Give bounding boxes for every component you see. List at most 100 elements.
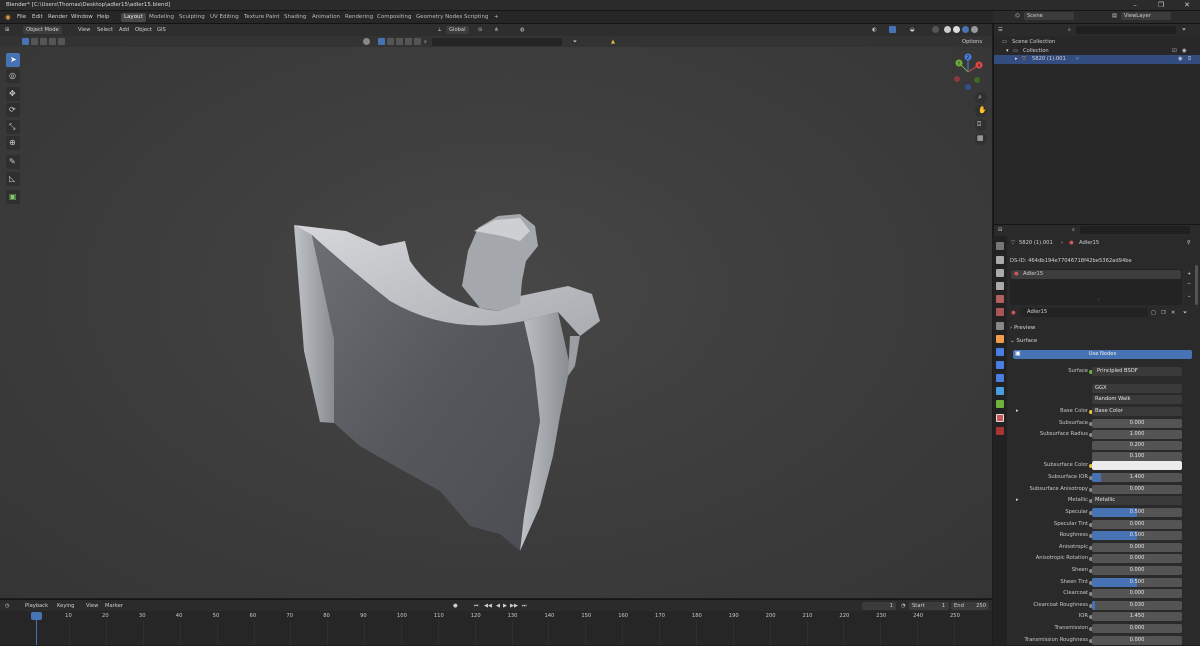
use-nodes-button[interactable]: Use Nodes [1013, 350, 1192, 359]
workspace-tab-texture-paint[interactable]: Texture Paint [241, 13, 283, 22]
prev-keyframe-button[interactable]: ◀◀ [484, 602, 492, 610]
menu-edit[interactable]: Edit [32, 14, 43, 20]
tab-data-icon[interactable] [996, 400, 1004, 408]
select-mode-extend-icon[interactable] [31, 38, 38, 45]
subsurface-method-dropdown[interactable]: Random Walk [1092, 395, 1182, 404]
outliner-row-object[interactable]: ▸ ▽ 5820 (1).001 ▿ ◉ ⌼ [994, 55, 1200, 64]
surface-section-header[interactable]: ⌄ Surface [1010, 336, 1192, 347]
tab-texture-icon[interactable] [996, 427, 1004, 435]
gizmo-toggle-icon[interactable] [889, 26, 896, 33]
material-filter-icon[interactable]: ⏷ [1183, 309, 1187, 317]
jump-end-button[interactable]: ⏭ [522, 602, 527, 610]
select-box-tool[interactable]: ➤ [6, 53, 20, 67]
base-color-expand-icon[interactable]: ▸ [1016, 408, 1019, 414]
workspace-tab-sculpting[interactable]: Sculpting [176, 13, 208, 22]
select-mode-intersect-icon[interactable] [58, 38, 65, 45]
param-value-slider[interactable]: 1.450 [1092, 612, 1182, 622]
rotate-tool[interactable]: ⟳ [6, 103, 20, 117]
scene-collection-label[interactable]: Scene Collection [1012, 38, 1055, 46]
menu-window[interactable]: Window [71, 14, 93, 20]
workspace-tab-shading[interactable]: Shading [281, 13, 309, 22]
blender-logo-icon[interactable]: ◉ [5, 13, 11, 21]
viewport-menu-add[interactable]: Add [119, 26, 129, 34]
filter-mesh-icon[interactable] [378, 38, 385, 45]
start-frame-field[interactable]: Start 1 [909, 602, 949, 610]
param-value-slider[interactable]: 0.000 [1092, 624, 1182, 633]
next-keyframe-button[interactable]: ▶▶ [510, 602, 518, 610]
viewport-menu-gis[interactable]: GIS [157, 26, 166, 34]
timeline-area[interactable]: 1102030405060708090100110120130140150160… [0, 611, 992, 645]
tab-object-icon[interactable] [996, 335, 1004, 343]
tab-material-icon[interactable] [996, 414, 1004, 422]
tab-physics-icon[interactable] [996, 374, 1004, 382]
tab-collection-icon[interactable] [996, 322, 1004, 330]
tab-modifier-icon[interactable] [996, 348, 1004, 356]
proportional-edit-icon[interactable]: ◍ [520, 26, 525, 34]
navigation-gizmo[interactable]: X Y Z [948, 52, 988, 92]
timeline-menu-playback[interactable]: Playback [25, 602, 48, 610]
end-frame-field[interactable]: End 250 [951, 602, 989, 610]
filter-curve-icon[interactable] [387, 38, 394, 45]
param-value-slider[interactable]: 0.000 [1092, 484, 1182, 494]
subsurface-color-swatch[interactable] [1092, 461, 1182, 470]
options-dropdown[interactable]: Options [962, 38, 982, 46]
distribution-dropdown[interactable]: GGX [1092, 384, 1182, 393]
material-browse-icon[interactable]: ● [1011, 309, 1016, 317]
param-value-slider[interactable]: 0.100 [1092, 452, 1182, 461]
filter-camera-icon[interactable] [405, 38, 412, 45]
workspace-tab-scripting[interactable]: Scripting [461, 13, 491, 22]
param-value-slider[interactable]: 0.000 [1092, 419, 1182, 428]
move-tool[interactable]: ✥ [6, 87, 20, 101]
minimize-button[interactable]: – [1122, 0, 1148, 11]
param-value-slider[interactable]: 0.200 [1092, 441, 1182, 450]
workspace-tab-modeling[interactable]: Modeling [146, 13, 177, 22]
collection-expand-icon[interactable]: ▾ [1006, 47, 1009, 55]
camera-view-button[interactable]: ⌼ [975, 119, 987, 131]
tab-world-icon[interactable] [996, 308, 1004, 316]
properties-search-input[interactable] [1080, 226, 1190, 234]
outliner-filter-icon[interactable]: ⏷ [1182, 26, 1186, 34]
tab-particles-icon[interactable] [996, 361, 1004, 369]
annotate-tool[interactable]: ✎ [6, 155, 20, 169]
param-value-slider[interactable]: 0.500 [1092, 577, 1182, 587]
collection-checkbox-icon[interactable]: ☑ [1172, 47, 1177, 55]
zoom-view-button[interactable]: ⌕ [975, 92, 987, 104]
pin-icon[interactable]: ⚲ [1187, 239, 1191, 247]
viewport-menu-view[interactable]: View [78, 26, 90, 34]
pan-view-button[interactable]: ✋ [975, 105, 987, 117]
material-duplicate-icon[interactable]: ❐ [1161, 309, 1166, 317]
metallic-field[interactable]: Metallic [1092, 496, 1182, 505]
collection-visibility-icon[interactable]: ◉ [1182, 47, 1187, 55]
xray-toggle-icon[interactable] [932, 26, 939, 33]
viewport-menu-select[interactable]: Select [97, 26, 113, 34]
material-unlink-icon[interactable]: ✕ [1171, 309, 1175, 317]
add-slot-button[interactable]: + [1187, 270, 1191, 278]
menu-help[interactable]: Help [97, 14, 110, 20]
object-type-icon[interactable] [363, 38, 370, 45]
workspace-tab-rendering[interactable]: Rendering [342, 13, 376, 22]
eagle-relief-model[interactable] [0, 36, 992, 598]
outliner-editor-icon[interactable]: ☰ [998, 26, 1003, 34]
tab-view-layer-icon[interactable] [996, 282, 1004, 290]
workspace-tab-layout[interactable]: Layout [121, 13, 146, 22]
viewport-menu-object[interactable]: Object [135, 26, 152, 34]
timeline-menu-marker[interactable]: Marker [105, 602, 123, 610]
base-color-field[interactable]: Base Color [1092, 407, 1182, 416]
timeline-menu-view[interactable]: View [86, 602, 98, 610]
shading-solid-icon[interactable] [953, 26, 960, 33]
filter-light-icon[interactable] [396, 38, 403, 45]
timeline-menu-keying[interactable]: Keying [57, 602, 74, 610]
orientation-dropdown[interactable]: Global [446, 26, 469, 34]
param-value-slider[interactable]: 1.000 [1092, 430, 1182, 439]
select-mode-new-icon[interactable] [22, 38, 29, 45]
snap-icon[interactable]: ⋔ [494, 26, 498, 34]
remove-slot-button[interactable]: − [1187, 280, 1191, 288]
view-layer-field[interactable]: ViewLayer [1121, 12, 1171, 20]
object-visibility-icon[interactable]: ◉ [1178, 55, 1183, 63]
object-render-icon[interactable]: ⌼ [1188, 55, 1191, 63]
cursor-tool[interactable]: ◎ [6, 69, 20, 83]
shading-rendered-icon[interactable] [971, 26, 978, 33]
material-fake-user-icon[interactable]: ▢ [1151, 309, 1156, 317]
visibility-icon[interactable]: ◐ [872, 26, 877, 34]
material-slot-row[interactable]: ● Adler15 [1011, 270, 1181, 279]
